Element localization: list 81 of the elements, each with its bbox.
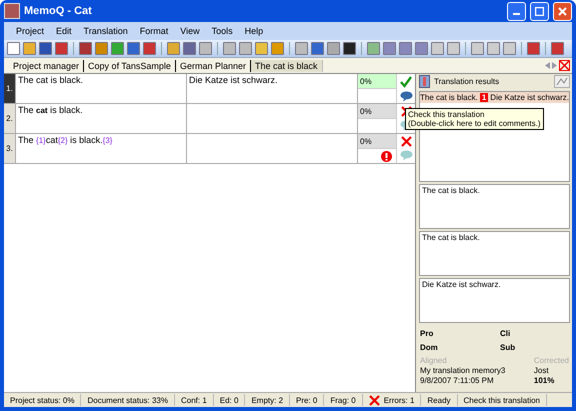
panel-title: Translation results bbox=[434, 77, 500, 86]
toolbar-icon[interactable] bbox=[239, 42, 252, 55]
status-text: Ed: 0 bbox=[220, 396, 238, 404]
cross-icon bbox=[400, 136, 412, 147]
speech-bubble-icon[interactable] bbox=[400, 90, 412, 102]
preview-box: The cat is black. bbox=[419, 184, 570, 229]
toolbar-icon[interactable] bbox=[23, 42, 36, 55]
toolbar-icon[interactable] bbox=[255, 42, 268, 55]
left-arrow-icon[interactable] bbox=[545, 62, 550, 69]
status-text: Check this translation bbox=[464, 396, 540, 404]
toolbar-icon[interactable] bbox=[471, 42, 484, 55]
status-text: Project status: 0% bbox=[10, 396, 74, 404]
meta-text: Aligned bbox=[420, 356, 448, 365]
document-tab[interactable]: Project manager bbox=[9, 60, 84, 72]
menu-item[interactable]: Project bbox=[10, 24, 50, 38]
menu-item[interactable]: Edit bbox=[50, 24, 78, 38]
meta-text: My translation memory3 bbox=[420, 366, 506, 375]
status-text: Frag: 0 bbox=[330, 396, 356, 404]
segment-number[interactable]: 2. bbox=[4, 104, 16, 133]
field-label: Dom bbox=[420, 343, 439, 352]
document-tab[interactable]: Copy of TansSample bbox=[84, 60, 176, 72]
toolbar-icon[interactable] bbox=[223, 42, 236, 55]
toolbar-icon[interactable] bbox=[447, 42, 460, 55]
meta-text: 9/8/2007 7:11:05 PM bbox=[420, 376, 495, 385]
close-button[interactable] bbox=[553, 2, 572, 20]
menu-item[interactable]: Tools bbox=[206, 24, 239, 38]
maximize-button[interactable] bbox=[530, 2, 549, 20]
field-label: Pro bbox=[420, 329, 434, 338]
field-label: Cli bbox=[500, 329, 512, 338]
right-arrow-icon[interactable] bbox=[552, 62, 557, 69]
meta-text: Jost bbox=[534, 366, 550, 375]
status-text: Conf: 1 bbox=[180, 396, 207, 404]
status-text: Ready bbox=[427, 396, 451, 404]
menu-item[interactable]: Help bbox=[238, 24, 270, 38]
toolbar-icon[interactable] bbox=[343, 42, 356, 55]
result-target: Die Katze ist schwarz. bbox=[490, 93, 569, 102]
menu-item[interactable]: Format bbox=[134, 24, 174, 38]
toolbar-icon[interactable] bbox=[295, 42, 308, 55]
toolbar-icon[interactable] bbox=[503, 42, 516, 55]
toolbar-icon[interactable] bbox=[199, 42, 212, 55]
toolbar-icon[interactable] bbox=[167, 42, 180, 55]
toolbar-icon[interactable] bbox=[487, 42, 500, 55]
preview-box: The cat is black. bbox=[419, 231, 570, 276]
check-icon bbox=[400, 76, 412, 88]
segment-number[interactable]: 1. bbox=[4, 74, 16, 103]
source-text: The {1}cat{2} is black.{3} bbox=[16, 134, 187, 163]
close-icon bbox=[558, 6, 567, 16]
match-percent: 0% bbox=[358, 134, 396, 149]
results-icon bbox=[419, 75, 430, 88]
menu-item[interactable]: Translation bbox=[78, 24, 134, 38]
status-text: Document status: 33% bbox=[87, 396, 168, 404]
cross-icon bbox=[368, 394, 380, 406]
status-text: Pre: 0 bbox=[296, 396, 318, 404]
source-text: The cat is black. bbox=[16, 104, 187, 133]
toolbar-icon[interactable] bbox=[367, 42, 380, 55]
match-percent: 0% bbox=[358, 104, 396, 119]
result-source: The cat is black. bbox=[420, 93, 478, 102]
toolbar-icon[interactable] bbox=[7, 42, 20, 55]
tooltip: Check this translation (Double-click here to edit comments.) bbox=[405, 108, 544, 130]
meta-text: Corrected bbox=[534, 356, 569, 365]
field-label: Sub bbox=[500, 343, 516, 352]
maximize-icon bbox=[535, 6, 544, 16]
toolbar-icon[interactable] bbox=[431, 42, 444, 55]
rank-badge: 1 bbox=[480, 93, 488, 102]
toolbar-icon[interactable] bbox=[271, 42, 284, 55]
meta-text: 101% bbox=[534, 376, 556, 385]
status-text: Errors: 1 bbox=[384, 396, 414, 404]
minimize-button[interactable] bbox=[507, 2, 526, 20]
window-title: MemoQ - Cat bbox=[24, 5, 92, 17]
minimize-icon bbox=[513, 12, 520, 14]
source-text: The cat is black. bbox=[16, 74, 187, 103]
segment-number[interactable]: 3. bbox=[4, 134, 16, 163]
menu-item[interactable]: View bbox=[174, 24, 206, 38]
match-percent: 0% bbox=[358, 74, 396, 89]
document-tab[interactable]: The cat is black bbox=[250, 60, 323, 72]
preview-box: Die Katze ist schwarz. bbox=[419, 278, 570, 323]
toolbar-icon[interactable] bbox=[327, 42, 340, 55]
app-icon bbox=[4, 3, 20, 19]
close-icon[interactable] bbox=[559, 60, 570, 71]
status-text: Empty: 2 bbox=[251, 396, 284, 404]
result-row[interactable]: The cat is black. 1 Die Katze ist schwarz. bbox=[420, 92, 569, 103]
